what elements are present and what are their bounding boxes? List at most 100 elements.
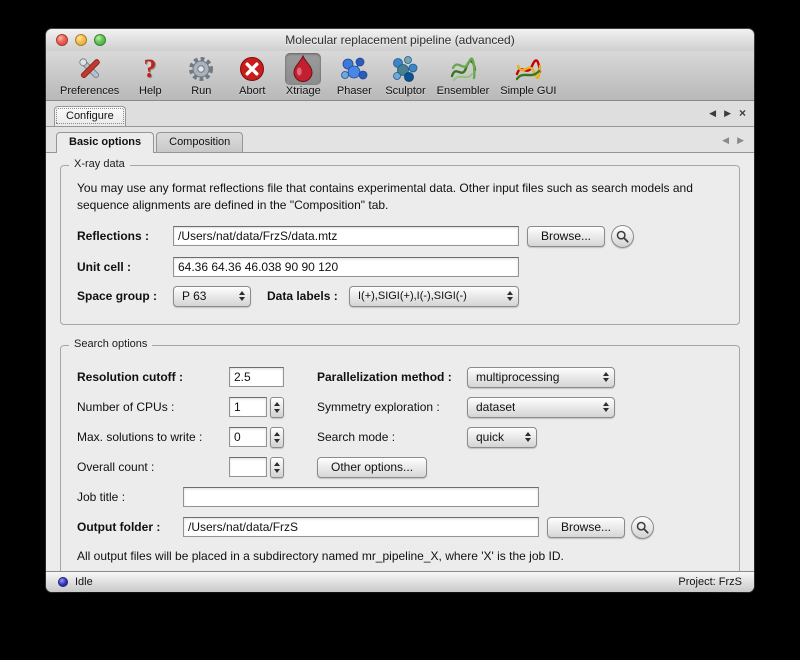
number-of-cpus-stepper[interactable] <box>270 397 284 418</box>
xray-description: You may use any format reflections file … <box>77 180 717 215</box>
unit-cell-input[interactable] <box>173 257 519 277</box>
xray-data-group: X-ray data You may use any format reflec… <box>60 165 740 325</box>
svg-text:?: ? <box>144 54 157 83</box>
reflections-view-button[interactable] <box>611 225 634 248</box>
options-tab-bar: Basic options Composition ◀ ▶ <box>46 127 754 152</box>
toolbar-button-abort[interactable]: Abort <box>232 53 272 97</box>
toolbar-button-preferences[interactable]: Preferences <box>60 53 119 97</box>
number-of-cpus-label: Number of CPUs : <box>77 400 229 414</box>
xtriage-drop-icon <box>288 54 318 84</box>
output-folder-view-button[interactable] <box>631 516 654 539</box>
tab-configure[interactable]: Configure <box>54 106 126 126</box>
toolbar-button-xtriage[interactable]: Xtriage <box>283 53 323 97</box>
overall-count-stepper[interactable] <box>270 457 284 478</box>
tab-basic-options[interactable]: Basic options <box>56 132 154 153</box>
tab-composition[interactable]: Composition <box>156 132 243 152</box>
simple-gui-chains-icon <box>513 54 543 84</box>
toolbar-button-ensembler[interactable]: Ensembler <box>437 53 490 97</box>
data-labels-dropdown[interactable]: I(+),SIGI(+),I(-),SIGI(-) <box>349 286 519 307</box>
search-mode-dropdown[interactable]: quick <box>467 427 537 448</box>
max-solutions-input[interactable] <box>229 427 267 447</box>
reflections-label: Reflections : <box>77 229 173 243</box>
overall-count-label: Overall count : <box>77 460 229 474</box>
output-folder-browse-button[interactable]: Browse... <box>547 517 625 538</box>
number-of-cpus-input[interactable] <box>229 397 267 417</box>
toolbar-button-run[interactable]: Run <box>181 53 221 97</box>
parallelization-method-dropdown[interactable]: multiprocessing <box>467 367 615 388</box>
down-arrow-icon <box>525 438 531 442</box>
symmetry-exploration-label: Symmetry exploration : <box>317 400 467 414</box>
unit-cell-row: Unit cell : <box>77 257 723 277</box>
titlebar[interactable]: Molecular replacement pipeline (advanced… <box>46 29 754 51</box>
tab-scroll-left-icon[interactable]: ◀ <box>709 108 716 119</box>
window-title: Molecular replacement pipeline (advanced… <box>285 33 514 47</box>
toolbar-label: Help <box>139 85 162 97</box>
down-arrow-icon <box>274 439 280 443</box>
overall-count-input[interactable] <box>229 457 267 477</box>
reflections-input[interactable] <box>173 226 519 246</box>
up-arrow-icon <box>274 462 280 466</box>
space-group-label: Space group : <box>77 289 173 303</box>
max-solutions-label: Max. solutions to write : <box>77 430 229 444</box>
up-arrow-icon <box>507 291 513 295</box>
inner-tab-scroll-right-icon[interactable]: ▶ <box>737 135 744 146</box>
resolution-cutoff-label: Resolution cutoff : <box>77 370 229 384</box>
toolbar-label: Xtriage <box>286 85 321 97</box>
xray-group-title: X-ray data <box>69 158 130 170</box>
sculptor-molecule-icon <box>390 54 420 84</box>
close-window-button[interactable] <box>56 34 68 46</box>
parallelization-method-value: multiprocessing <box>476 370 559 384</box>
reflections-browse-button[interactable]: Browse... <box>527 226 605 247</box>
minimize-window-button[interactable] <box>75 34 87 46</box>
tab-configure-label: Configure <box>66 110 114 122</box>
status-bar: Idle Project: FrzS <box>46 571 754 592</box>
run-gear-icon <box>186 54 216 84</box>
toolbar-label: Sculptor <box>385 85 425 97</box>
window-controls <box>56 34 106 46</box>
tab-scroll-right-icon[interactable]: ▶ <box>724 108 731 119</box>
down-arrow-icon <box>274 469 280 473</box>
zoom-window-button[interactable] <box>94 34 106 46</box>
symmetry-exploration-dropdown[interactable]: dataset <box>467 397 615 418</box>
toolbar-button-sculptor[interactable]: Sculptor <box>385 53 425 97</box>
search-mode-label: Search mode : <box>317 430 467 444</box>
up-arrow-icon <box>603 372 609 376</box>
app-window: Molecular replacement pipeline (advanced… <box>46 29 754 592</box>
toolbar-label: Preferences <box>60 85 119 97</box>
down-arrow-icon <box>603 378 609 382</box>
job-title-input[interactable] <box>183 487 539 507</box>
toolbar-button-simple-gui[interactable]: Simple GUI <box>500 53 556 97</box>
toolbar-button-help[interactable]: ? ? Help <box>130 53 170 97</box>
toolbar-button-phaser[interactable]: Phaser <box>334 53 374 97</box>
output-note: All output files will be placed in a sub… <box>77 549 723 563</box>
symmetry-exploration-value: dataset <box>476 400 515 414</box>
down-arrow-icon <box>239 297 245 301</box>
toolbar-label: Ensembler <box>437 85 490 97</box>
project-label: Project: FrzS <box>678 576 742 588</box>
up-arrow-icon <box>239 291 245 295</box>
up-arrow-icon <box>525 432 531 436</box>
tab-close-icon[interactable]: × <box>739 109 746 118</box>
output-folder-row: Output folder : Browse... <box>77 516 723 539</box>
space-group-row: Space group : P 63 Data labels : I(+),SI… <box>77 286 723 307</box>
up-arrow-icon <box>603 402 609 406</box>
data-labels-value: I(+),SIGI(+),I(-),SIGI(-) <box>358 290 467 302</box>
phaser-molecule-icon <box>339 54 369 84</box>
toolbar-label: Abort <box>239 85 265 97</box>
inner-tab-scroll-left-icon[interactable]: ◀ <box>722 135 729 146</box>
resolution-cutoff-input[interactable] <box>229 367 284 387</box>
output-folder-label: Output folder : <box>77 520 183 534</box>
output-folder-input[interactable] <box>183 517 539 537</box>
search-mode-value: quick <box>476 430 504 444</box>
popup-arrows-icon <box>520 432 531 442</box>
resolution-row: Resolution cutoff : Parallelization meth… <box>77 367 723 388</box>
parallelization-method-label: Parallelization method : <box>317 370 467 384</box>
max-solutions-stepper[interactable] <box>270 427 284 448</box>
up-arrow-icon <box>274 432 280 436</box>
space-group-dropdown[interactable]: P 63 <box>173 286 251 307</box>
other-options-button[interactable]: Other options... <box>317 457 427 478</box>
status-text: Idle <box>75 576 93 588</box>
help-icon: ? ? <box>135 54 165 84</box>
down-arrow-icon <box>507 297 513 301</box>
toolbar-label: Phaser <box>337 85 372 97</box>
